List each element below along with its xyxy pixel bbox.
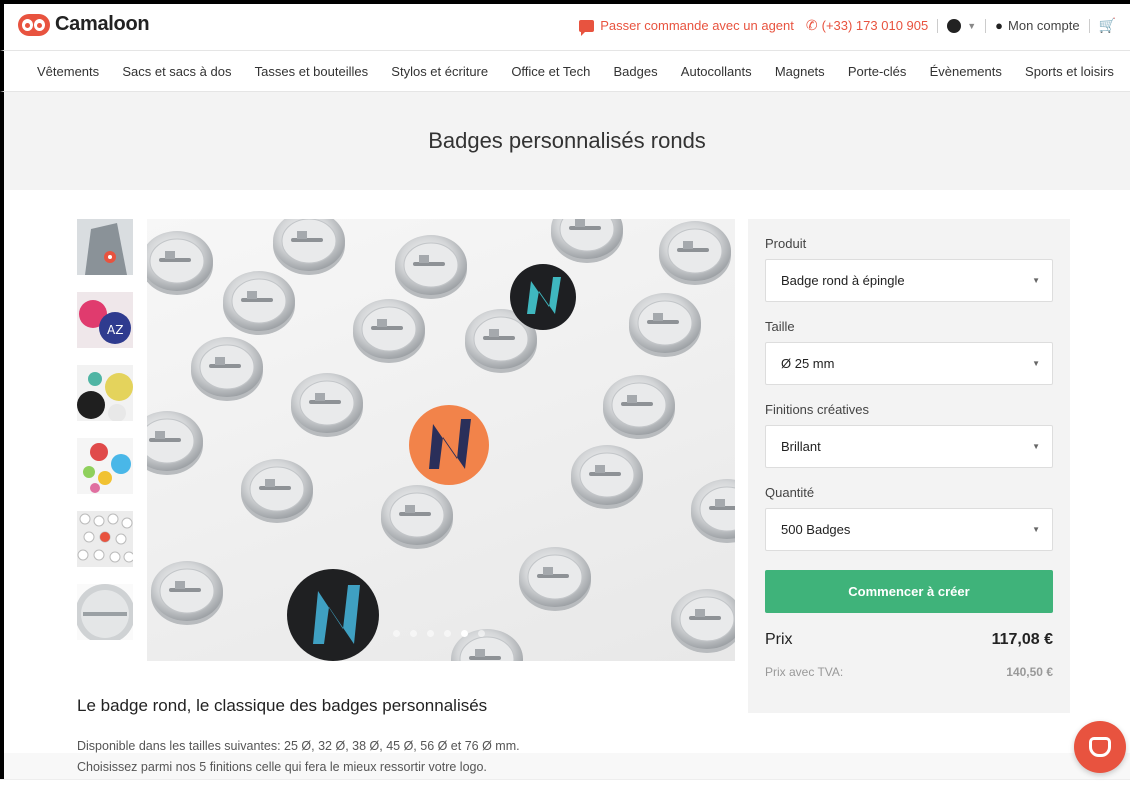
thumbnail[interactable] [77, 365, 133, 421]
quantity-label: Quantité [765, 485, 815, 500]
phone-icon: ✆ [805, 17, 818, 33]
product-label: Produit [765, 236, 807, 251]
vat-row: Prix avec TVA: 140,50 € [765, 665, 1053, 679]
nav-item-stylos[interactable]: Stylos et écriture [391, 64, 488, 79]
carousel-dot[interactable] [393, 630, 400, 637]
chat-icon [579, 19, 595, 36]
nav-item-office[interactable]: Office et Tech [511, 64, 590, 79]
chevron-down-icon: ▼ [1032, 359, 1040, 368]
size-value: Ø 25 mm [781, 356, 835, 371]
carousel-dot-active[interactable] [461, 630, 468, 637]
top-right-links: Passer commande avec un agent ✆ (+33) 17… [579, 17, 1116, 36]
carousel-dot[interactable] [478, 630, 485, 637]
nav-item-evenements[interactable]: Évènements [930, 64, 1002, 79]
logo-text: Camaloon [55, 13, 150, 35]
carousel-dots [393, 630, 495, 637]
thumbnail[interactable] [77, 219, 133, 275]
top-bar: Camaloon Passer commande avec un agent ✆… [0, 0, 1130, 46]
finish-value: Brillant [781, 439, 821, 454]
nav-item-sacs[interactable]: Sacs et sacs à dos [122, 64, 231, 79]
chevron-down-icon: ▼ [1032, 525, 1040, 534]
agent-order-link[interactable]: Passer commande avec un agent [579, 18, 794, 36]
user-icon: ● [995, 18, 1004, 33]
thumbnail[interactable] [77, 584, 133, 640]
phone-number: (+33) 173 010 905 [821, 18, 929, 33]
nav-item-magnets[interactable]: Magnets [775, 64, 825, 79]
nav-item-porte-cles[interactable]: Porte-clés [848, 64, 907, 79]
chevron-down-icon: ▼ [967, 20, 977, 31]
description-title: Le badge rond, le classique des badges p… [77, 696, 488, 715]
chat-bubble-icon [1089, 737, 1111, 757]
size-label: Taille [765, 319, 795, 334]
logo[interactable]: Camaloon [18, 13, 150, 36]
page-edge [0, 779, 1130, 787]
chat-launcher-button[interactable] [1074, 721, 1126, 773]
carousel-dot[interactable] [410, 630, 417, 637]
description-text: Disponible dans les tailles suivantes: 2… [77, 739, 520, 753]
carousel-dot[interactable] [444, 630, 451, 637]
divider [1088, 18, 1090, 33]
thumbnail-list: AZ [77, 219, 133, 657]
account-label: Mon compte [1008, 18, 1080, 33]
divider [985, 18, 987, 33]
quantity-select[interactable]: 500 Badges ▼ [765, 508, 1053, 551]
price-label: Prix [765, 631, 793, 648]
logo-icon [18, 13, 50, 36]
nav-item-tasses[interactable]: Tasses et bouteilles [255, 64, 368, 79]
product-select[interactable]: Badge rond à épingle ▼ [765, 259, 1053, 302]
price-value: 117,08 € [991, 631, 1053, 648]
finish-select[interactable]: Brillant ▼ [765, 425, 1053, 468]
chevron-down-icon: ▼ [1032, 442, 1040, 451]
language-selector[interactable]: ▼ [947, 18, 977, 33]
divider [937, 18, 939, 33]
thumbnail[interactable]: AZ [77, 292, 133, 348]
agent-link-label: Passer commande avec un agent [600, 18, 794, 33]
vat-label: Prix avec TVA: [765, 665, 844, 679]
nav-item-sports[interactable]: Sports et loisirs [1025, 64, 1114, 79]
svg-text:AZ: AZ [107, 323, 123, 337]
vat-price: 140,50 € [1006, 665, 1053, 679]
chevron-down-icon: ▼ [1032, 276, 1040, 285]
thumbnail[interactable] [77, 438, 133, 494]
nav-item-badges[interactable]: Badges [614, 64, 658, 79]
thumbnail[interactable] [77, 511, 133, 567]
price-row: Prix 117,08 € [765, 631, 1053, 649]
account-link[interactable]: ● Mon compte [995, 18, 1079, 33]
product-value: Badge rond à épingle [781, 273, 905, 288]
nav-item-vetements[interactable]: Vêtements [37, 64, 99, 79]
page-title: Badges personnalisés ronds [428, 128, 706, 153]
phone-link[interactable]: ✆ (+33) 173 010 905 [806, 17, 928, 34]
nav-item-autocollants[interactable]: Autocollants [681, 64, 752, 79]
globe-icon [947, 18, 962, 33]
carousel-dot[interactable] [427, 630, 434, 637]
description-text: Choisissez parmi nos 5 finitions celle q… [77, 760, 487, 774]
size-select[interactable]: Ø 25 mm ▼ [765, 342, 1053, 385]
category-nav: Vêtements Sacs et sacs à dos Tasses et b… [0, 50, 1130, 92]
product-image[interactable] [147, 219, 735, 661]
start-creating-button[interactable]: Commencer à créer [765, 570, 1053, 613]
title-band: Badges personnalisés ronds [4, 92, 1130, 190]
cart-icon[interactable]: 🛒 [1099, 17, 1116, 34]
finish-label: Finitions créatives [765, 402, 870, 417]
product-configurator: Produit Badge rond à épingle ▼ Taille Ø … [748, 219, 1070, 713]
quantity-value: 500 Badges [781, 522, 851, 537]
